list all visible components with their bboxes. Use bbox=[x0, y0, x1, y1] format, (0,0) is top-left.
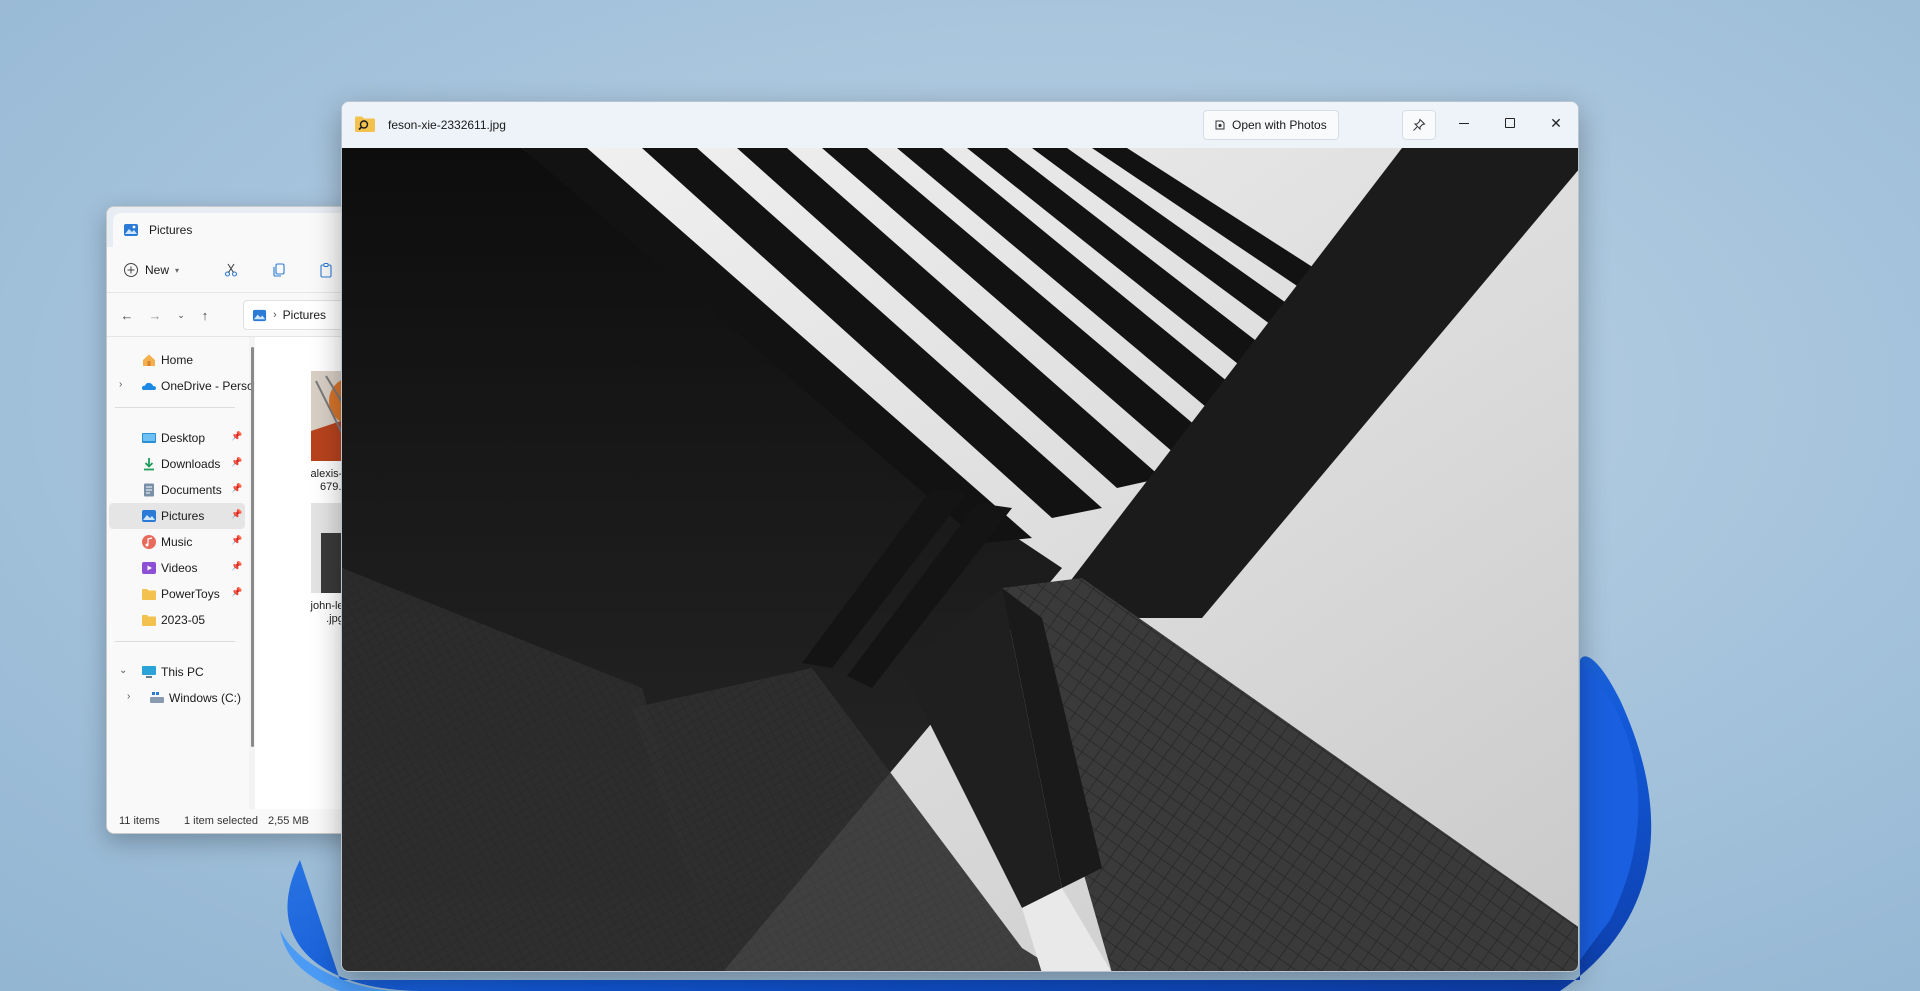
nav-item-pictures[interactable]: Pictures 📌 bbox=[109, 503, 245, 529]
nav-item-music[interactable]: Music 📌 bbox=[109, 529, 245, 555]
nav-item-label: Pictures bbox=[161, 509, 205, 523]
nav-item-label: Home bbox=[161, 353, 194, 367]
minimize-button[interactable] bbox=[1442, 108, 1486, 138]
peek-app-icon bbox=[355, 116, 375, 132]
nav-item-label: 2023-05 bbox=[161, 613, 206, 627]
close-icon: ✕ bbox=[1550, 114, 1562, 131]
copy-icon bbox=[273, 263, 285, 277]
nav-item-label: Downloads bbox=[161, 457, 221, 471]
tab-title: Pictures bbox=[149, 223, 193, 237]
close-button[interactable]: ✕ bbox=[1534, 108, 1578, 138]
photos-app-icon bbox=[1215, 120, 1225, 130]
item-count: 11 items bbox=[119, 815, 160, 827]
new-button-label: New bbox=[145, 263, 170, 277]
nav-item-label: This PC bbox=[161, 665, 204, 679]
pictures-icon bbox=[124, 224, 138, 236]
cloud-icon bbox=[141, 382, 156, 390]
nav-item-label: Windows (C:) bbox=[169, 691, 242, 705]
videos-icon bbox=[142, 562, 156, 574]
folder-icon bbox=[142, 589, 156, 600]
breadcrumb-pictures[interactable]: Pictures bbox=[283, 308, 326, 322]
chevron-right-icon[interactable]: › bbox=[127, 691, 130, 702]
nav-item-this-pc[interactable]: ⌄ This PC bbox=[109, 659, 245, 685]
arrow-left-icon: ← bbox=[120, 307, 134, 323]
drive-icon bbox=[150, 692, 164, 703]
forward-button[interactable]: → bbox=[143, 303, 167, 327]
minimize-icon bbox=[1459, 122, 1469, 124]
peek-title-bar: feson-xie-2332611.jpg Open with Photos ✕ bbox=[342, 102, 1578, 148]
arrow-right-icon: → bbox=[148, 307, 162, 323]
open-with-photos-label: Open with Photos bbox=[1232, 118, 1327, 132]
recent-locations-button[interactable]: ⌄ bbox=[169, 303, 193, 327]
peek-file-title: feson-xie-2332611.jpg bbox=[388, 118, 506, 132]
new-button[interactable]: New ▾ bbox=[123, 257, 179, 283]
downloads-icon bbox=[144, 458, 154, 471]
pin-icon: 📌 bbox=[231, 561, 243, 571]
scrollbar-thumb[interactable] bbox=[251, 347, 254, 747]
pin-icon: 📌 bbox=[231, 457, 243, 467]
paste-icon bbox=[320, 263, 332, 278]
pin-icon bbox=[1413, 118, 1426, 131]
chevron-down-icon: ⌄ bbox=[177, 309, 185, 320]
pictures-icon bbox=[252, 309, 267, 321]
pin-window-button[interactable] bbox=[1402, 110, 1436, 140]
nav-item-powertoys[interactable]: PowerToys 📌 bbox=[109, 581, 245, 607]
pin-icon: 📌 bbox=[231, 535, 243, 545]
home-icon bbox=[143, 354, 155, 366]
cut-icon bbox=[224, 263, 238, 277]
up-button[interactable]: ↑ bbox=[193, 303, 217, 327]
pin-icon: 📌 bbox=[231, 587, 243, 597]
maximize-button[interactable] bbox=[1488, 108, 1532, 138]
peek-preview-window: feson-xie-2332611.jpg Open with Photos ✕ bbox=[341, 101, 1579, 972]
nav-item-label: Documents bbox=[161, 483, 222, 497]
pin-icon: 📌 bbox=[231, 509, 243, 519]
chevron-down-icon: ▾ bbox=[175, 265, 180, 275]
nav-item-label: PowerToys bbox=[161, 587, 220, 601]
chevron-down-icon[interactable]: ⌄ bbox=[119, 665, 127, 676]
nav-item-windows-drive[interactable]: › Windows (C:) bbox=[109, 685, 245, 711]
nav-item-onedrive[interactable]: › OneDrive - Perso bbox=[109, 373, 254, 399]
nav-item-home[interactable]: Home bbox=[109, 347, 245, 373]
back-button[interactable]: ← bbox=[115, 303, 139, 327]
nav-item-label: Desktop bbox=[161, 431, 206, 445]
breadcrumb-separator-icon: › bbox=[273, 309, 277, 321]
documents-icon bbox=[144, 483, 154, 497]
previewed-image bbox=[342, 148, 1578, 971]
add-icon bbox=[124, 263, 138, 277]
nav-item-label: Music bbox=[161, 535, 193, 549]
open-with-photos-button[interactable]: Open with Photos bbox=[1203, 110, 1339, 140]
computer-icon bbox=[142, 666, 156, 678]
nav-divider bbox=[115, 407, 235, 408]
copy-button[interactable] bbox=[266, 257, 292, 283]
pictures-icon bbox=[142, 510, 156, 522]
nav-item-documents[interactable]: Documents 📌 bbox=[109, 477, 245, 503]
maximize-icon bbox=[1505, 118, 1515, 128]
nav-item-downloads[interactable]: Downloads 📌 bbox=[109, 451, 245, 477]
music-icon bbox=[142, 535, 156, 549]
folder-icon bbox=[142, 615, 156, 626]
paste-button[interactable] bbox=[313, 257, 339, 283]
cut-button[interactable] bbox=[218, 257, 244, 283]
navigation-pane: Home › OneDrive - Perso Desktop 📌 Downlo… bbox=[107, 337, 254, 809]
selection-size: 2,55 MB bbox=[268, 815, 309, 827]
nav-item-label: OneDrive - Perso bbox=[161, 379, 254, 393]
pin-icon: 📌 bbox=[231, 483, 243, 493]
desktop-icon bbox=[142, 433, 156, 443]
nav-item-videos[interactable]: Videos 📌 bbox=[109, 555, 245, 581]
chevron-right-icon[interactable]: › bbox=[119, 379, 122, 390]
pin-icon: 📌 bbox=[231, 431, 243, 441]
arrow-up-icon: ↑ bbox=[201, 307, 209, 323]
nav-item-label: Videos bbox=[161, 561, 198, 575]
nav-divider bbox=[115, 641, 235, 642]
nav-item-2023-05[interactable]: 2023-05 bbox=[109, 607, 245, 633]
nav-item-desktop[interactable]: Desktop 📌 bbox=[109, 425, 245, 451]
selection-count: 1 item selected bbox=[184, 815, 258, 827]
